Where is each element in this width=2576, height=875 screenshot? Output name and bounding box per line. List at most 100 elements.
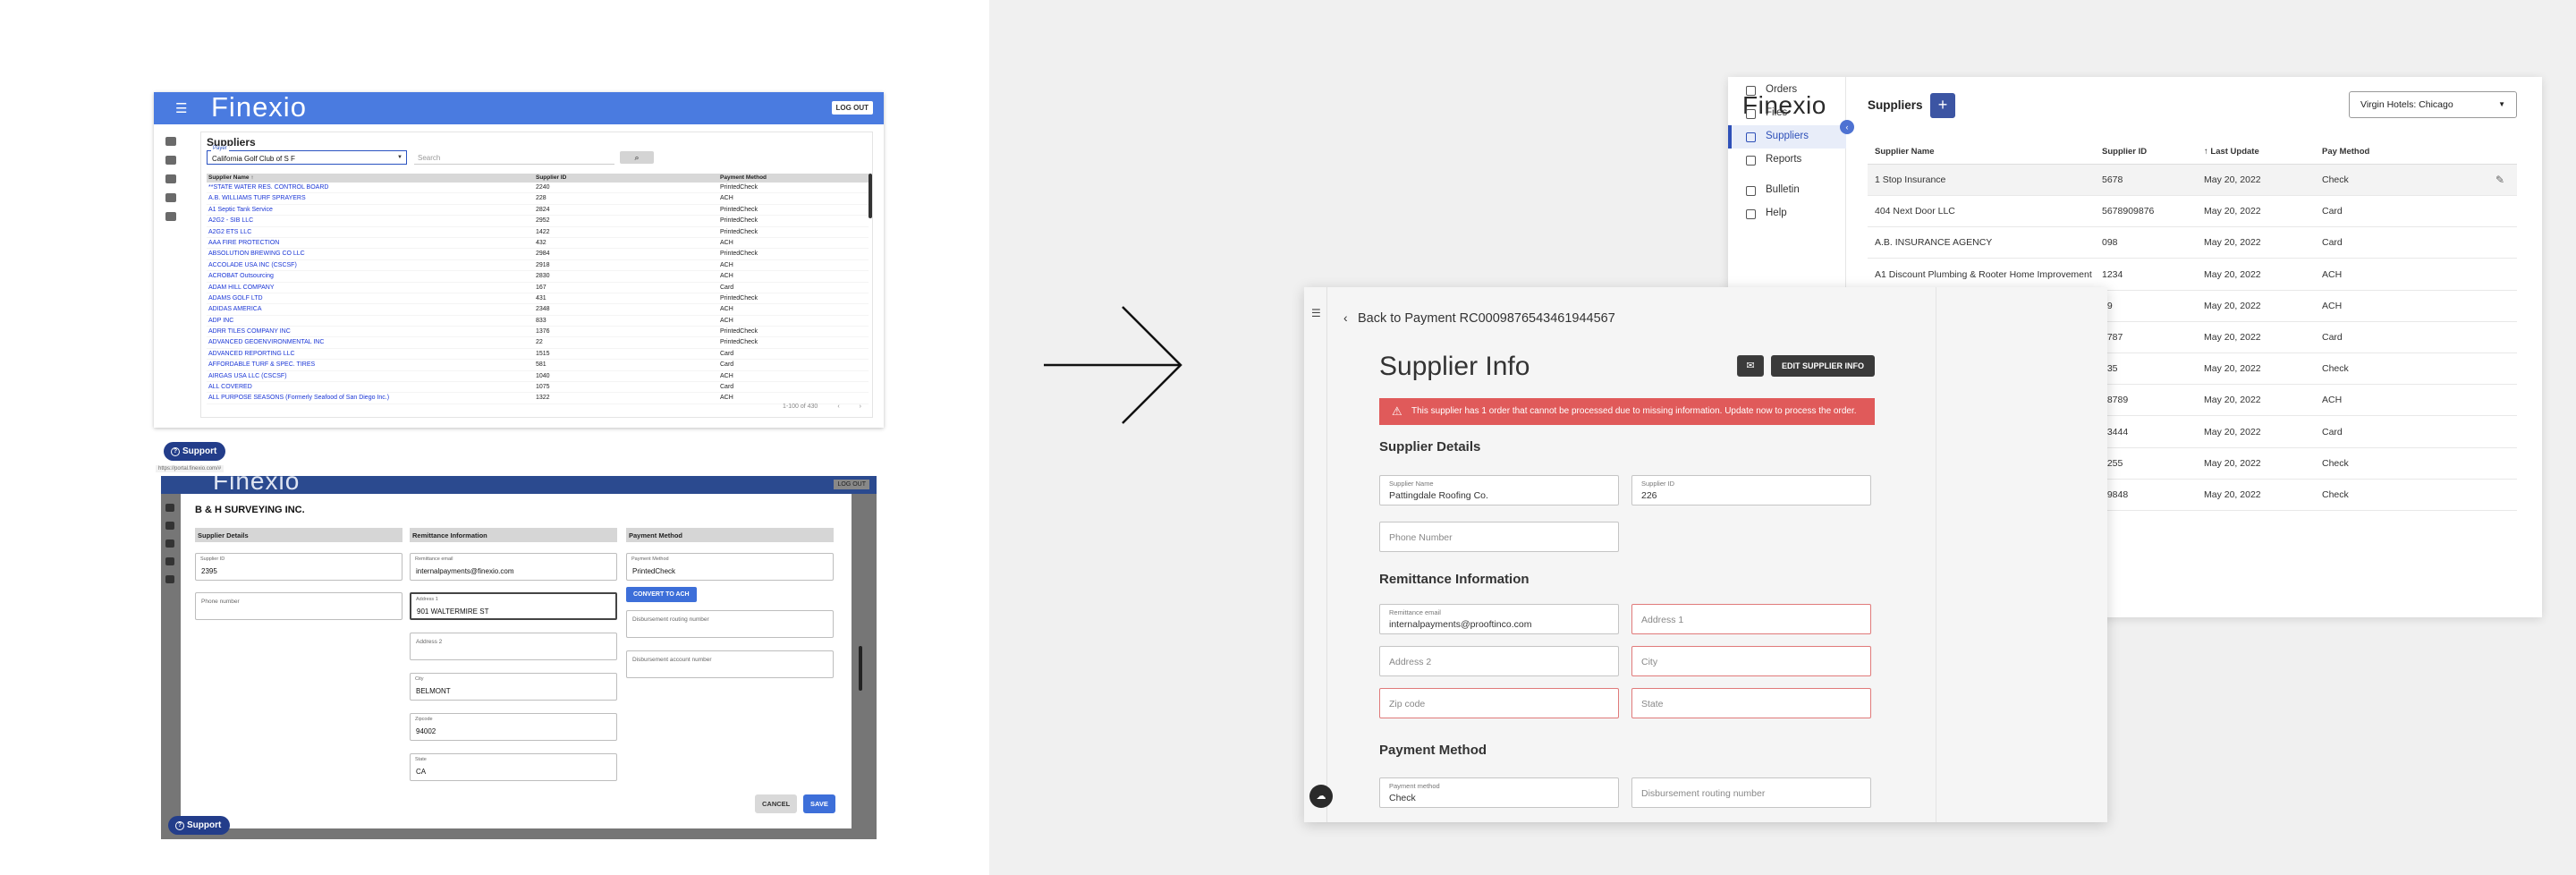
routing-number-field[interactable]: Disbursement routing number <box>1631 777 1871 808</box>
supplier-name-link[interactable]: ALL COVERED <box>207 382 534 392</box>
table-row[interactable]: ACROBAT Outsourcing 2830 ACH <box>207 271 869 283</box>
table-row[interactable]: ALL COVERED 1075 Card <box>207 382 869 394</box>
supplier-name-link[interactable]: A2G2 - SIB LLC <box>207 216 534 225</box>
sidebar-item-files[interactable]: Files <box>1728 102 1846 125</box>
sidebar-item-orders[interactable]: Orders <box>1728 79 1846 102</box>
cancel-button[interactable]: CANCEL <box>755 794 798 813</box>
supplier-id-field[interactable]: Supplier ID 226 <box>1631 475 1871 505</box>
supplier-name-link[interactable]: ADIDAS AMERICA <box>207 304 534 314</box>
table-row[interactable]: ADVANCED REPORTING LLC 1515 Card <box>207 349 869 361</box>
file-icon[interactable] <box>165 522 174 530</box>
account-number-field[interactable]: Disbursement account number <box>626 650 834 678</box>
supplier-name-link[interactable]: ABSOLUTION BREWING CO LLC <box>207 249 534 259</box>
building-icon[interactable] <box>165 575 174 583</box>
save-button[interactable]: SAVE <box>803 794 835 813</box>
building-icon[interactable] <box>165 212 176 221</box>
supplier-name-link[interactable]: ADAMS GOLF LTD <box>207 293 534 303</box>
client-select[interactable]: Virgin Hotels: Chicago ▼ <box>2349 91 2517 118</box>
state-field[interactable]: State CA <box>410 753 617 781</box>
user-icon[interactable] <box>165 539 174 548</box>
sidebar-item-suppliers[interactable]: Suppliers <box>1728 125 1846 149</box>
table-row[interactable]: AFFORDABLE TURF & SPEC. TIRES 581 Card <box>207 360 869 371</box>
state-field[interactable]: State <box>1631 688 1871 718</box>
col-payment-method[interactable]: Payment Method <box>718 174 861 183</box>
next-page-button[interactable]: › <box>860 404 861 410</box>
zipcode-field[interactable]: Zipcode 94002 <box>410 713 617 741</box>
remittance-email-field[interactable]: Remittance email internalpayments@finexi… <box>410 553 617 581</box>
table-row[interactable]: 1 Stop Insurance 5678 May 20, 2022 Check ✎ <box>1868 165 2517 196</box>
supplier-name-field[interactable]: Supplier Name Pattingdale Roofing Co. <box>1379 475 1619 505</box>
file-icon[interactable] <box>165 156 176 165</box>
payer-select[interactable]: Payer California Golf Club of S F ▼ <box>207 146 407 165</box>
sidebar-item-reports[interactable]: Reports <box>1728 149 1846 172</box>
convert-to-ach-button[interactable]: CONVERT TO ACH <box>626 587 697 602</box>
supplier-name-link[interactable]: A2G2 ETS LLC <box>207 227 534 237</box>
table-row[interactable]: ADRR TILES COMPANY INC 1376 PrintedCheck <box>207 327 869 338</box>
supplier-name-link[interactable]: ALL PURPOSE SEASONS (Formerly Seafood of… <box>207 393 534 403</box>
supplier-id-field[interactable]: Supplier ID 2395 <box>195 553 402 581</box>
supplier-name-link[interactable]: AFFORDABLE TURF & SPEC. TIRES <box>207 360 534 370</box>
table-row[interactable]: ADVANCED GEOENVIRONMENTAL INC 22 PrintedCh… <box>207 337 869 349</box>
table-row[interactable]: A1 Discount Plumbing & Rooter Home Impro… <box>1868 259 2517 291</box>
address2-field[interactable]: Address 2 <box>410 633 617 660</box>
city-field[interactable]: City BELMONT <box>410 673 617 701</box>
cloud-upload-icon[interactable] <box>165 557 174 565</box>
cloud-icon[interactable]: ☁ <box>1309 785 1333 808</box>
col-pay-method[interactable]: Pay Method <box>2322 147 2369 157</box>
back-link[interactable]: ‹ Back to Payment RC0009876543461944567 <box>1343 310 1615 326</box>
mail-icon[interactable]: ✉ <box>1737 355 1764 377</box>
dashboard-icon[interactable] <box>165 504 174 512</box>
edit-icon[interactable]: ✎ <box>2496 174 2504 186</box>
search-input[interactable]: Search <box>414 152 614 165</box>
phone-field[interactable]: Phone Number <box>1379 522 1619 552</box>
table-row[interactable]: **STATE WATER RES. CONTROL BOARD 2240 Prin… <box>207 183 869 194</box>
sidebar-item-help[interactable]: Help <box>1728 202 1846 225</box>
col-last-update[interactable]: ↑ Last Update <box>2204 147 2259 157</box>
supplier-name-link[interactable]: AIRGAS USA LLC (CSCSF) <box>207 371 534 381</box>
table-row[interactable]: AAA FIRE PROTECTION 432 ACH <box>207 238 869 250</box>
city-field[interactable]: City <box>1631 646 1871 676</box>
table-row[interactable]: ALL PURPOSE SEASONS (Formerly Seafood of… <box>207 393 869 404</box>
zip-field[interactable]: Zip code <box>1379 688 1619 718</box>
supplier-name-link[interactable]: ADRR TILES COMPANY INC <box>207 327 534 336</box>
add-supplier-button[interactable]: + <box>1930 93 1955 118</box>
col-supplier-id[interactable]: Supplier ID <box>534 174 718 183</box>
table-row[interactable]: ACCOLADE USA INC (CSCSF) 2918 ACH <box>207 260 869 272</box>
prev-page-button[interactable]: ‹ <box>837 404 839 410</box>
scrollbar[interactable] <box>869 174 872 218</box>
table-row[interactable]: 404 Next Door LLC 5678909876 May 20, 2022 C… <box>1868 196 2517 228</box>
user-icon[interactable] <box>165 174 176 183</box>
supplier-name-link[interactable]: ADP INC <box>207 316 534 326</box>
table-row[interactable]: A.B. INSURANCE AGENCY 098 May 20, 2022 Card <box>1868 227 2517 259</box>
support-button[interactable]: ? Support <box>168 816 231 835</box>
address1-field[interactable]: Address 1 901 WALTERMIRE ST <box>410 592 617 620</box>
logout-button[interactable]: LOG OUT <box>834 480 869 489</box>
edit-supplier-info-button[interactable]: EDIT SUPPLIER INFO <box>1771 355 1875 377</box>
table-row[interactable]: ADIDAS AMERICA 2348 ACH <box>207 304 869 316</box>
payment-method-field[interactable]: Payment Method PrintedCheck <box>626 553 834 581</box>
col-supplier-name[interactable]: Supplier Name ↑ <box>207 174 534 183</box>
supplier-name-link[interactable]: ADAM HILL COMPANY <box>207 283 534 293</box>
sidebar-item-bulletin[interactable]: Bulletin <box>1728 179 1846 202</box>
supplier-name-link[interactable]: ACROBAT Outsourcing <box>207 271 534 281</box>
table-row[interactable]: ADP INC 833 ACH <box>207 316 869 327</box>
supplier-name-link[interactable]: A1 Septic Tank Service <box>207 205 534 215</box>
table-row[interactable]: A.B. WILLIAMS TURF SPRAYERS 228 ACH <box>207 193 869 205</box>
supplier-name-link[interactable]: ADVANCED GEOENVIRONMENTAL INC <box>207 337 534 347</box>
table-row[interactable]: ABSOLUTION BREWING CO LLC 2984 PrintedChec… <box>207 249 869 260</box>
table-row[interactable]: AIRGAS USA LLC (CSCSF) 1040 ACH <box>207 371 869 383</box>
dashboard-icon[interactable] <box>165 137 176 146</box>
supplier-name-link[interactable]: ACCOLADE USA INC (CSCSF) <box>207 260 534 270</box>
support-button[interactable]: ? Support <box>164 442 226 461</box>
col-supplier-name[interactable]: Supplier Name <box>1875 147 1935 157</box>
routing-number-field[interactable]: Disbursement routing number <box>626 610 834 638</box>
phone-field[interactable]: Phone number <box>195 592 402 620</box>
supplier-name-link[interactable]: A.B. WILLIAMS TURF SPRAYERS <box>207 193 534 203</box>
search-button[interactable]: ⌕ <box>620 151 654 164</box>
remittance-email-field[interactable]: Remittance email internalpayments@prooft… <box>1379 604 1619 634</box>
menu-icon[interactable]: ☰ <box>175 100 187 116</box>
table-row[interactable]: ADAMS GOLF LTD 431 PrintedCheck <box>207 293 869 305</box>
table-row[interactable]: ADAM HILL COMPANY 167 Card <box>207 283 869 293</box>
collapse-sidebar-icon[interactable]: ‹ <box>1840 120 1854 134</box>
address2-field[interactable]: Address 2 <box>1379 646 1619 676</box>
